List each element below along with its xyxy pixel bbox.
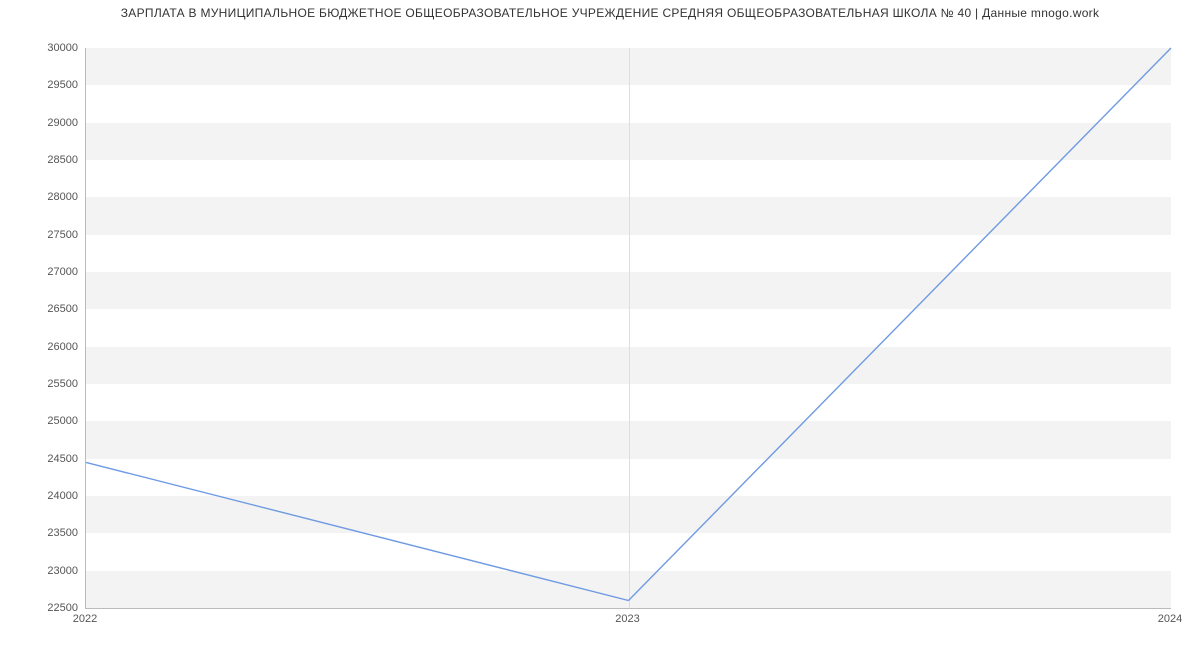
y-tick-label: 23000: [8, 565, 78, 577]
chart-title: ЗАРПЛАТА В МУНИЦИПАЛЬНОЕ БЮДЖЕТНОЕ ОБЩЕО…: [40, 6, 1180, 20]
chart-container: ЗАРПЛАТА В МУНИЦИПАЛЬНОЕ БЮДЖЕТНОЕ ОБЩЕО…: [0, 0, 1200, 650]
y-tick-label: 26500: [8, 303, 78, 315]
plot-area: [85, 48, 1171, 609]
x-tick-label: 2024: [1158, 613, 1182, 625]
y-tick-label: 25500: [8, 378, 78, 390]
y-tick-label: 29500: [8, 79, 78, 91]
x-tick-label: 2023: [615, 613, 639, 625]
y-tick-label: 25000: [8, 415, 78, 427]
y-tick-label: 26000: [8, 341, 78, 353]
x-tick-label: 2022: [73, 613, 97, 625]
y-tick-label: 28500: [8, 154, 78, 166]
y-tick-label: 30000: [8, 42, 78, 54]
y-tick-label: 27500: [8, 229, 78, 241]
y-tick-label: 29000: [8, 117, 78, 129]
y-tick-label: 24500: [8, 453, 78, 465]
y-tick-label: 27000: [8, 266, 78, 278]
y-tick-label: 24000: [8, 490, 78, 502]
series-line: [86, 48, 1171, 601]
y-tick-label: 28000: [8, 191, 78, 203]
line-series: [86, 48, 1171, 608]
y-tick-label: 23500: [8, 527, 78, 539]
y-tick-label: 22500: [8, 602, 78, 614]
